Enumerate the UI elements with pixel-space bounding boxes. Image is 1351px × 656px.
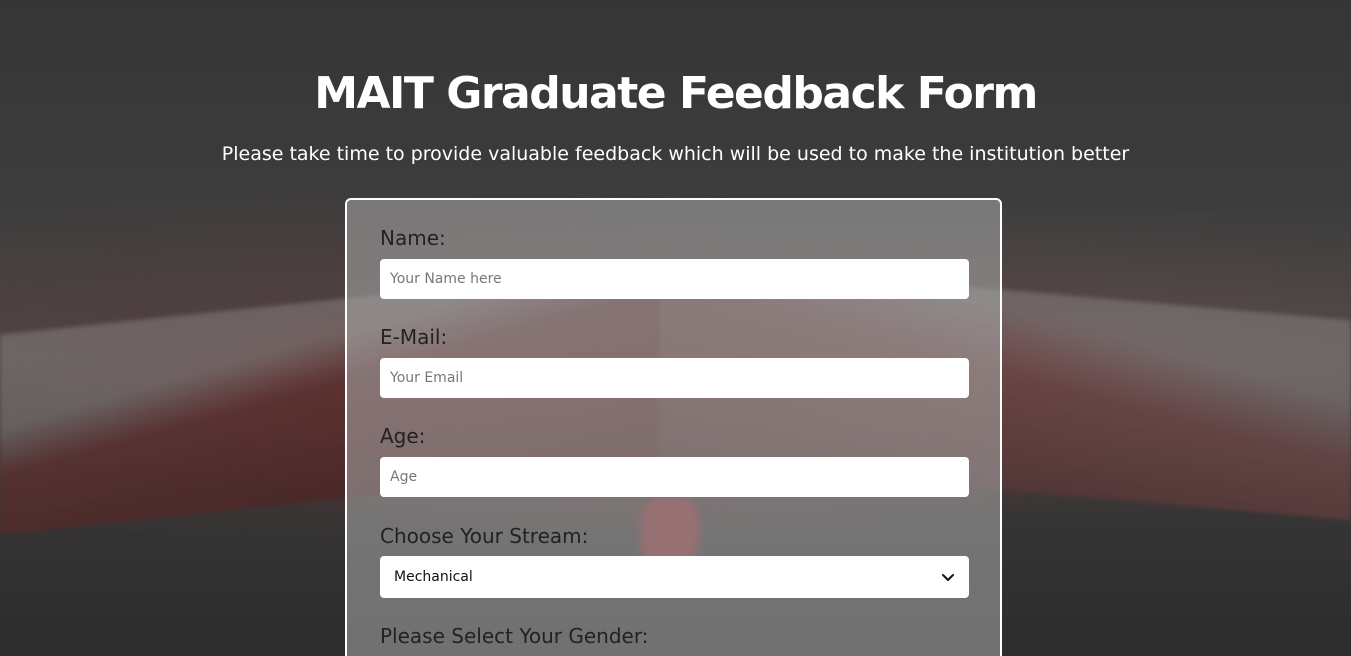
chevron-down-icon xyxy=(941,570,955,584)
stream-label: Choose Your Stream: xyxy=(380,524,589,548)
gender-label: Please Select Your Gender: xyxy=(380,624,649,648)
age-input[interactable] xyxy=(380,457,969,497)
page-description: Please take time to provide valuable fee… xyxy=(221,143,1130,165)
feedback-form: Name: E-Mail: Age: Choose Your Stream: M… xyxy=(345,198,1002,656)
page-title: MAIT Graduate Feedback Form xyxy=(314,68,1038,119)
stream-select[interactable]: Mechanical xyxy=(380,556,969,598)
email-label: E-Mail: xyxy=(380,325,448,349)
age-label: Age: xyxy=(380,424,426,448)
stream-selected-value: Mechanical xyxy=(394,569,473,585)
email-input[interactable] xyxy=(380,358,969,398)
name-input[interactable] xyxy=(380,259,969,299)
name-label: Name: xyxy=(380,226,446,250)
